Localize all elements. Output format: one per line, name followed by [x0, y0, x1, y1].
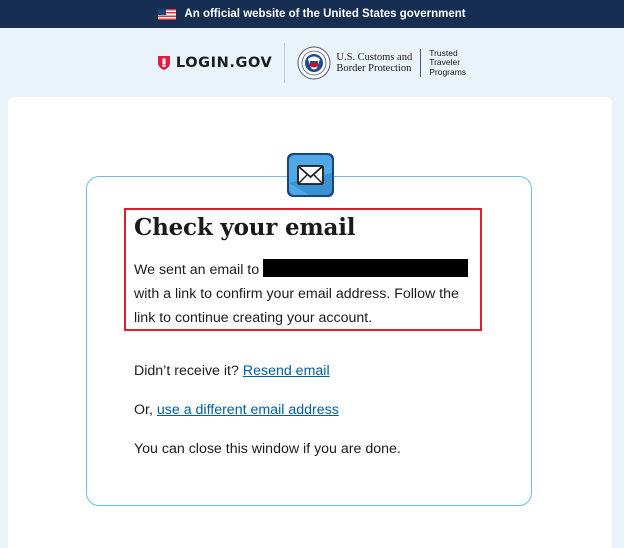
- partner-divider: [420, 49, 422, 77]
- partner-name-line2: Border Protection: [336, 63, 412, 74]
- login-gov-logo[interactable]: LOGIN.GOV: [157, 55, 273, 71]
- page-title: Check your email: [134, 214, 356, 241]
- redacted-email: [263, 259, 469, 277]
- gov-banner-text: An official website of the United States…: [184, 8, 466, 20]
- us-flag-icon: [158, 8, 177, 20]
- partner-name: U.S. Customs and Border Protection: [336, 52, 412, 75]
- dhs-seal-icon: [297, 46, 331, 80]
- shield-icon: [157, 56, 170, 70]
- different-email-prefix: Or,: [134, 402, 153, 418]
- email-icon: [287, 153, 334, 197]
- partner-logo: U.S. Customs and Border Protection Trust…: [297, 46, 466, 80]
- email-sent-message: We sent an email to with a link to confi…: [134, 258, 479, 330]
- program-line3: Programs: [429, 66, 467, 77]
- different-email-link[interactable]: use a different email address: [157, 402, 339, 418]
- gov-banner: An official website of the United States…: [0, 0, 624, 28]
- email-sent-prefix: We sent an email to: [134, 262, 260, 278]
- resend-email-link[interactable]: Resend email: [243, 363, 330, 379]
- partner-name-line1: U.S. Customs and: [336, 51, 413, 63]
- logo-text: LOGIN.GOV: [175, 55, 273, 71]
- email-sent-suffix: with a link to confirm your email addres…: [134, 286, 459, 326]
- close-window-text: You can close this window if you are don…: [134, 441, 401, 457]
- resend-prefix: Didn’t receive it?: [134, 363, 239, 379]
- header-divider: [284, 43, 286, 83]
- program-name: Trusted Traveler Programs: [429, 48, 467, 78]
- resend-row: Didn’t receive it? Resend email: [134, 363, 330, 379]
- different-email-row: Or, use a different email address: [134, 402, 339, 418]
- site-header: LOGIN.GOV U.S. Customs and Border Protec…: [0, 28, 624, 98]
